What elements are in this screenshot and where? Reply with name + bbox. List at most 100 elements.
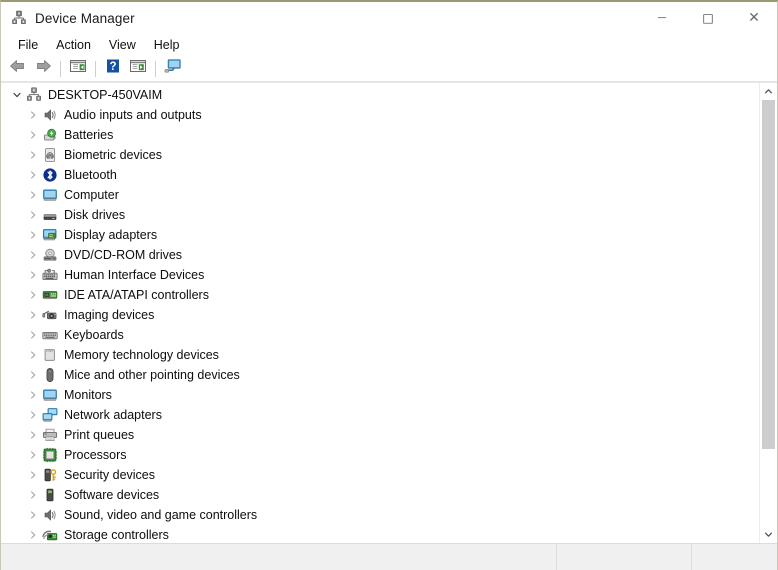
- tree-item-label: Storage controllers: [64, 528, 169, 542]
- chevron-down-icon[interactable]: [9, 87, 25, 103]
- tree-item-print-queues[interactable]: Print queues: [1, 425, 759, 445]
- scrollbar-thumb[interactable]: [762, 100, 775, 450]
- security-key-icon: [41, 467, 58, 483]
- tree-item-ide-ata-atapi-controllers[interactable]: IDE ATA/ATAPI controllers: [1, 285, 759, 305]
- menu-file[interactable]: File: [9, 36, 47, 54]
- tree-item-label: Human Interface Devices: [64, 268, 205, 282]
- forward-button[interactable]: [31, 58, 55, 80]
- tree-item-network-adapters[interactable]: Network adapters: [1, 405, 759, 425]
- chevron-right-icon[interactable]: [25, 447, 41, 463]
- memory-card-icon: [41, 347, 58, 363]
- tree-item-software-devices[interactable]: Software devices: [1, 485, 759, 505]
- maximize-button[interactable]: □: [685, 2, 731, 34]
- hid-keyboard-icon: [41, 267, 58, 283]
- minimize-icon: ─: [658, 10, 666, 26]
- chevron-right-icon[interactable]: [25, 487, 41, 503]
- chevron-right-icon[interactable]: [25, 227, 41, 243]
- camera-icon: [41, 307, 58, 323]
- chevron-right-icon[interactable]: [25, 387, 41, 403]
- status-secondary-text: [557, 544, 691, 549]
- chevron-right-icon[interactable]: [25, 207, 41, 223]
- show-hide-console-tree-button[interactable]: [66, 58, 90, 80]
- tree-item-label: Audio inputs and outputs: [64, 108, 202, 122]
- minimize-button[interactable]: ─: [639, 2, 685, 34]
- tree-item-memory-technology-devices[interactable]: Memory technology devices: [1, 345, 759, 365]
- tree-item-label: Memory technology devices: [64, 348, 219, 362]
- monitor-icon: [41, 387, 58, 403]
- caption-buttons: ─ □ ✕: [639, 2, 777, 34]
- chevron-right-icon[interactable]: [25, 107, 41, 123]
- title-bar-left: Device Manager: [1, 10, 135, 26]
- scroll-up-button[interactable]: [760, 83, 777, 100]
- chevron-right-icon[interactable]: [25, 347, 41, 363]
- chevron-right-icon[interactable]: [25, 527, 41, 543]
- optical-drive-icon: [41, 247, 58, 263]
- fingerprint-icon: [41, 147, 58, 163]
- tree-item-storage-controllers[interactable]: Storage controllers: [1, 525, 759, 543]
- title-bar: Device Manager ─ □ ✕: [1, 2, 777, 34]
- tree-item-security-devices[interactable]: Security devices: [1, 465, 759, 485]
- chevron-right-icon[interactable]: [25, 507, 41, 523]
- menu-help[interactable]: Help: [145, 36, 189, 54]
- tree-item-label: Network adapters: [64, 408, 162, 422]
- scrollbar-track[interactable]: [760, 100, 777, 526]
- disk-drive-icon: [41, 207, 58, 223]
- chevron-right-icon[interactable]: [25, 287, 41, 303]
- menu-action[interactable]: Action: [47, 36, 100, 54]
- properties-button[interactable]: [126, 58, 150, 80]
- device-manager-icon: [11, 10, 27, 26]
- chevron-right-icon[interactable]: [25, 407, 41, 423]
- scroll-up-icon: [764, 83, 773, 101]
- software-device-icon: [41, 487, 58, 503]
- close-button[interactable]: ✕: [731, 2, 777, 34]
- chevron-right-icon[interactable]: [25, 427, 41, 443]
- chevron-right-icon[interactable]: [25, 167, 41, 183]
- tree-item-label: Bluetooth: [64, 168, 117, 182]
- tree-item-label: Mice and other pointing devices: [64, 368, 240, 382]
- scroll-down-button[interactable]: [760, 526, 777, 543]
- tree-item-human-interface-devices[interactable]: Human Interface Devices: [1, 265, 759, 285]
- menu-bar: File Action View Help: [1, 34, 777, 56]
- tree-item-label: Print queues: [64, 428, 135, 442]
- toolbar: ?: [1, 56, 777, 82]
- menu-view[interactable]: View: [100, 36, 145, 54]
- help-button[interactable]: ?: [101, 58, 125, 80]
- tree-item-sound-video-and-game-controllers[interactable]: Sound, video and game controllers: [1, 505, 759, 525]
- chevron-right-icon[interactable]: [25, 367, 41, 383]
- tree-root-node[interactable]: DESKTOP-450VAIM: [1, 85, 759, 105]
- tree-item-audio-inputs-and-outputs[interactable]: Audio inputs and outputs: [1, 105, 759, 125]
- tree-item-label: Disk drives: [64, 208, 126, 222]
- chevron-right-icon[interactable]: [25, 267, 41, 283]
- forward-arrow-icon: [34, 58, 52, 79]
- status-message-text: [1, 544, 556, 549]
- back-button[interactable]: [6, 58, 30, 80]
- display-adapter-icon: [41, 227, 58, 243]
- tree-item-processors[interactable]: Processors: [1, 445, 759, 465]
- tree-item-imaging-devices[interactable]: Imaging devices: [1, 305, 759, 325]
- tree-item-computer[interactable]: Computer: [1, 185, 759, 205]
- chevron-right-icon[interactable]: [25, 327, 41, 343]
- tree-item-bluetooth[interactable]: Bluetooth: [1, 165, 759, 185]
- scan-for-hardware-changes-button[interactable]: [161, 58, 185, 80]
- tree-item-mice-and-other-pointing-devices[interactable]: Mice and other pointing devices: [1, 365, 759, 385]
- chevron-right-icon[interactable]: [25, 187, 41, 203]
- vertical-scrollbar[interactable]: [759, 83, 777, 543]
- status-pane-message: [1, 544, 556, 570]
- window-title: Device Manager: [35, 10, 135, 26]
- chevron-right-icon[interactable]: [25, 467, 41, 483]
- tree-item-disk-drives[interactable]: Disk drives: [1, 205, 759, 225]
- chevron-right-icon[interactable]: [25, 247, 41, 263]
- properties-icon: [129, 58, 147, 79]
- tree-item-keyboards[interactable]: Keyboards: [1, 325, 759, 345]
- status-pane-secondary: [556, 544, 691, 570]
- tree-item-dvd-cd-rom-drives[interactable]: DVD/CD-ROM drives: [1, 245, 759, 265]
- chevron-right-icon[interactable]: [25, 307, 41, 323]
- tree-item-biometric-devices[interactable]: Biometric devices: [1, 145, 759, 165]
- device-tree[interactable]: DESKTOP-450VAIM Audio inputs and outputs…: [1, 83, 759, 543]
- chevron-right-icon[interactable]: [25, 147, 41, 163]
- status-bar: [1, 543, 777, 570]
- tree-item-display-adapters[interactable]: Display adapters: [1, 225, 759, 245]
- chevron-right-icon[interactable]: [25, 127, 41, 143]
- tree-item-monitors[interactable]: Monitors: [1, 385, 759, 405]
- tree-item-batteries[interactable]: Batteries: [1, 125, 759, 145]
